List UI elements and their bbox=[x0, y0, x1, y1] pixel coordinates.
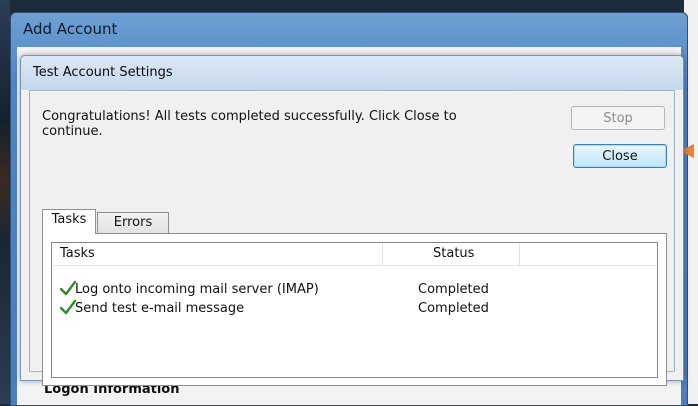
column-divider[interactable] bbox=[519, 243, 520, 265]
tab-errors[interactable]: Errors bbox=[97, 212, 169, 234]
task-status: Completed bbox=[418, 301, 489, 316]
close-button[interactable]: Close bbox=[573, 144, 667, 168]
list-item[interactable]: Send test e-mail message Completed bbox=[52, 299, 657, 318]
task-status: Completed bbox=[418, 282, 489, 297]
column-header-status[interactable]: Status bbox=[433, 243, 474, 265]
task-name: Log onto incoming mail server (IMAP) bbox=[75, 282, 319, 297]
test-account-settings-dialog: Test Account Settings Congratulations! A… bbox=[20, 55, 684, 386]
dialog-title: Test Account Settings bbox=[33, 65, 173, 80]
list-item[interactable]: Log onto incoming mail server (IMAP) Com… bbox=[52, 280, 657, 299]
column-divider[interactable] bbox=[382, 243, 383, 265]
dialog-titlebar[interactable]: Test Account Settings bbox=[21, 56, 683, 90]
task-name: Send test e-mail message bbox=[75, 301, 245, 316]
column-header-tasks[interactable]: Tasks bbox=[60, 243, 95, 265]
dialog-body: Congratulations! All tests completed suc… bbox=[29, 90, 675, 386]
stop-button[interactable]: Stop bbox=[571, 106, 665, 130]
window-title: Add Account bbox=[23, 20, 118, 38]
result-message: Congratulations! All tests completed suc… bbox=[42, 109, 457, 139]
task-list[interactable]: Tasks Status Log onto incoming mail serv… bbox=[51, 242, 658, 378]
list-header: Tasks Status bbox=[52, 243, 657, 266]
tasks-tab-panel: Tasks Status Log onto incoming mail serv… bbox=[42, 233, 667, 386]
tab-tasks[interactable]: Tasks bbox=[42, 209, 96, 234]
desktop-background bbox=[0, 0, 10, 404]
